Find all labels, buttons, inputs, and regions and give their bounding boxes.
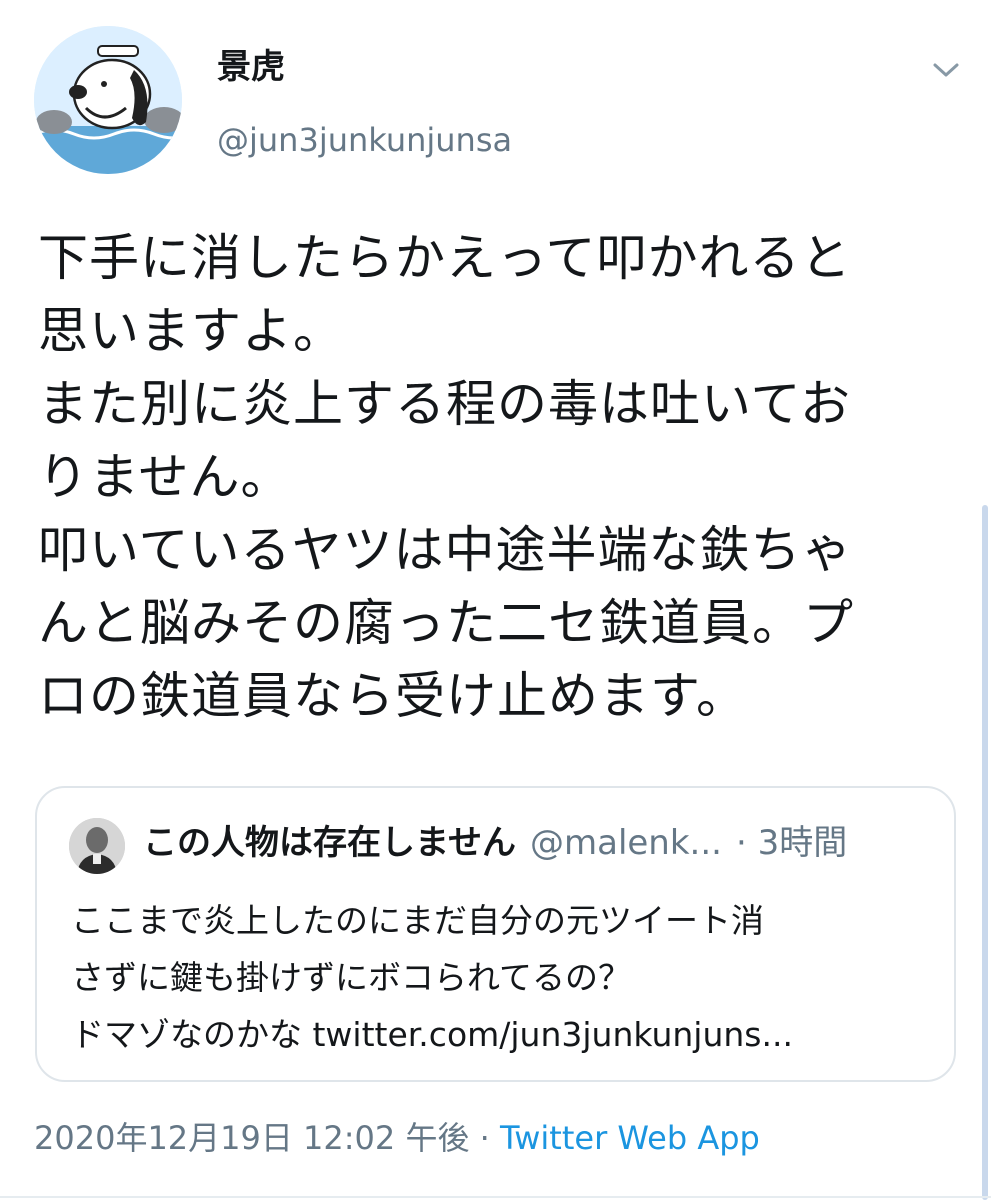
tweet-text: 下手に消したらかえって叩かれると 思いますよ。 また別に炎上する程の毒は吐いてお…: [38, 222, 968, 733]
quoted-text-line: さずに鍵も掛けずにボコられてるの？: [71, 958, 632, 997]
quoted-text-line: ここまで炎上したのにまだ自分の元ツイート消: [71, 901, 764, 940]
portrait-avatar-icon: [69, 818, 125, 874]
snoopy-avatar-icon: [34, 26, 182, 174]
tweet-text-line: 思いますよ。: [38, 302, 344, 360]
tweet-timestamp[interactable]: 2020年12月19日 12:02 午後 ·: [34, 1119, 500, 1157]
quoted-author-avatar: [69, 818, 125, 874]
tweet: 景虎 @jun3junkunjunsa 下手に消したらかえって叩かれると 思いま…: [0, 0, 991, 1200]
quoted-tweet-card[interactable]: この人物は存在しません @malenk... · 3時間 ここまで炎上したのにまだ自…: [35, 786, 956, 1082]
author-handle[interactable]: @jun3junkunjunsa: [217, 124, 512, 156]
tweet-text-line: 叩いているヤツは中途半端な鉄ちゃ: [38, 521, 853, 579]
quoted-tweet-text: ここまで炎上したのにまだ自分の元ツイート消 さずに鍵も掛けずにボコられてるの？ …: [71, 892, 941, 1063]
author-avatar[interactable]: [34, 26, 182, 174]
tweet-text-line: 下手に消したらかえって叩かれると: [38, 229, 852, 287]
quoted-author-name: この人物は存在しません: [143, 823, 516, 863]
tweet-text-line: また別に炎上する程の毒は吐いてお: [38, 375, 851, 433]
author-display-name[interactable]: 景虎: [217, 50, 285, 84]
tweet-text-line: りません。: [38, 448, 292, 506]
quoted-tweet-time: · 3時間: [735, 823, 848, 863]
tweet-meta: 2020年12月19日 12:02 午後 · Twitter Web App: [34, 1122, 760, 1154]
quoted-author-handle: @malenk...: [529, 823, 722, 863]
chevron-down-icon: [933, 63, 959, 77]
tweet-text-line: ロの鉄道員なら受け止めます。: [38, 667, 747, 725]
quoted-tweet-header: この人物は存在しません @malenk... · 3時間: [143, 826, 847, 860]
tweet-menu-button[interactable]: [926, 50, 966, 90]
divider: [0, 1196, 991, 1198]
tweet-source-link[interactable]: Twitter Web App: [500, 1119, 760, 1157]
quoted-text-line: ドマゾなのかな twitter.com/jun3junkunjuns...: [71, 1015, 793, 1054]
tweet-text-line: んと脳みその腐った二セ鉄道員。プ: [38, 594, 854, 652]
scrollbar[interactable]: [982, 505, 988, 1200]
